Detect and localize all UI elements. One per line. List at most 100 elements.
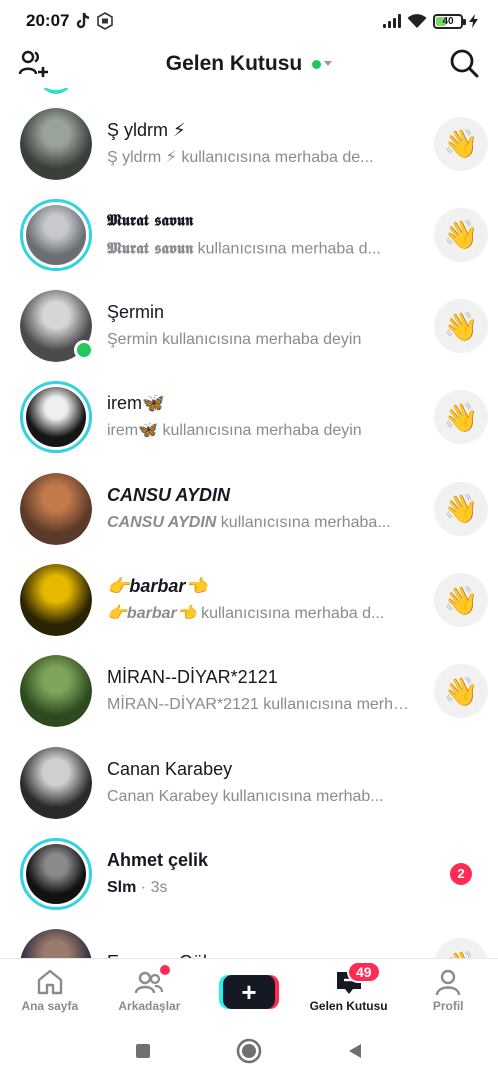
conversation-text: irem🦋 irem🦋 kullanıcısına merhaba deyin xyxy=(107,392,414,442)
message-preview: Ş yldrm ⚡ kullanıcısına merhaba de... xyxy=(107,147,414,169)
search-icon xyxy=(450,49,479,78)
contact-name: MİRAN--DİYAR*2121 xyxy=(107,667,278,688)
nav-inbox[interactable]: 49 Gelen Kutusu xyxy=(299,959,399,1022)
avatar xyxy=(20,655,92,728)
status-bar: 20:07 40 xyxy=(0,0,498,42)
add-friends-button[interactable] xyxy=(18,48,52,80)
avatar-wrapper[interactable] xyxy=(20,107,92,180)
wave-hello-button[interactable]: 👋 xyxy=(434,481,488,536)
conversation-list[interactable]: Ş yldrm ⚡ Ş yldrm ⚡ kullanıcısına merhaba… xyxy=(0,88,498,958)
conversation-row[interactable]: Şermin Şermin kullanıcısına merhaba deyin… xyxy=(0,281,498,372)
online-indicator xyxy=(74,340,94,361)
avatar-wrapper[interactable] xyxy=(20,564,92,636)
profile-icon xyxy=(435,969,461,996)
search-button[interactable] xyxy=(448,47,480,79)
online-status-dropdown[interactable] xyxy=(312,59,333,69)
charging-icon xyxy=(469,14,478,28)
nav-profile-label: Profil xyxy=(432,999,464,1013)
contact-name: CANSU AYDIN xyxy=(107,484,231,505)
nav-home[interactable]: Ana sayfa xyxy=(0,959,100,1022)
avatar-wrapper[interactable] xyxy=(20,381,92,454)
inbox-count-badge: 49 xyxy=(346,961,381,983)
message-preview: 𝕸𝖚𝖗𝖆𝖙 𝖘𝖆𝖛𝖚𝖓 kullanıcısına merhaba d... xyxy=(107,237,414,260)
avatar-with-story-ring xyxy=(20,381,92,454)
avatar-wrapper[interactable] xyxy=(20,472,92,545)
avatar-wrapper[interactable] xyxy=(20,837,92,910)
preview-text: kullanıcısına merhaba... xyxy=(216,513,391,531)
message-time: · 3s xyxy=(136,878,168,896)
waving-hand-icon: 👋 xyxy=(443,584,479,616)
preview-text: kullanıcısına merhaba de... xyxy=(176,148,374,166)
conversation-row[interactable]: 👉barbar👈 👉barbar👈 kullanıcısına merhaba d… xyxy=(0,555,498,646)
wave-hello-button[interactable]: 👋 xyxy=(434,116,488,171)
preview-name: CANSU AYDIN xyxy=(107,513,217,531)
conversation-text: Canan Karabey Canan Karabey kullanıcısına… xyxy=(107,758,414,808)
preview-text: kullanıcısına merhaba d... xyxy=(196,605,385,622)
conversation-row[interactable]: CANSU AYDIN CANSU AYDIN kullanıcısına mer… xyxy=(0,463,498,554)
message-preview: MİRAN--DİYAR*2121 kullanıcısına merhaba … xyxy=(107,694,414,716)
bottom-navigation: Ana sayfa Arkadaşlar + 49 Gelen Kutusu P… xyxy=(0,958,498,1022)
message-preview: CANSU AYDIN kullanıcısına merhaba... xyxy=(107,512,414,534)
wave-hello-button[interactable]: 👋 xyxy=(434,299,488,354)
wave-hello-button[interactable]: 👋 xyxy=(434,390,488,445)
recents-button[interactable] xyxy=(130,1038,156,1064)
avatar-wrapper[interactable] xyxy=(20,290,94,363)
conversation-text: 𝕸𝖚𝖗𝖆𝖙 𝖘𝖆𝖛𝖚𝖓 𝕸𝖚𝖗𝖆𝖙 𝖘𝖆𝖛𝖚𝖓 kullanıcısına mer… xyxy=(107,209,414,260)
conversation-row[interactable]: MİRAN--DİYAR*2121 MİRAN--DİYAR*2121 kulla… xyxy=(0,646,498,737)
conversation-row[interactable]: Ahmet çelik Slm · 3s 2 xyxy=(0,828,498,919)
message-preview: Canan Karabey kullanıcısına merhab... xyxy=(107,786,414,808)
online-status-dot xyxy=(312,59,322,69)
avatar-photo xyxy=(26,843,86,904)
preview-name: irem🦋 xyxy=(107,422,159,440)
wave-hello-button[interactable]: 👋 xyxy=(434,664,488,719)
message-preview: Şermin kullanıcısına merhaba deyin xyxy=(107,329,414,351)
preview-name: Ş yldrm ⚡ xyxy=(107,148,177,166)
wave-hello-button[interactable]: 👋 xyxy=(434,573,488,627)
back-button[interactable] xyxy=(342,1038,368,1064)
home-system-button[interactable] xyxy=(236,1038,262,1064)
avatar xyxy=(20,107,92,180)
preview-name: Canan Karabey xyxy=(107,787,219,805)
avatar-photo xyxy=(20,655,92,728)
contact-name: 👉barbar👈 xyxy=(107,576,208,596)
status-time: 20:07 xyxy=(26,11,70,30)
inbox-header: Gelen Kutusu xyxy=(0,42,498,86)
nav-inbox-label: Gelen Kutusu xyxy=(309,999,388,1013)
avatar-photo xyxy=(20,107,92,180)
page-title: Gelen Kutusu xyxy=(165,52,303,75)
friends-notification-dot xyxy=(159,965,170,975)
conversation-text: Ş yldrm ⚡ Ş yldrm ⚡ kullanıcısına merhaba… xyxy=(107,119,414,169)
wave-hello-button[interactable]: 👋 xyxy=(434,207,488,262)
wave-hello-button[interactable]: 👋 xyxy=(434,938,488,958)
plus-glyph: + xyxy=(241,976,257,1007)
create-plus-icon[interactable]: + xyxy=(222,975,275,1009)
avatar-wrapper[interactable] xyxy=(20,746,92,819)
contact-name: Ş yldrm ⚡ xyxy=(107,119,186,140)
avatar-wrapper[interactable] xyxy=(20,929,92,958)
conversation-row[interactable]: Egemen Gül 👋 xyxy=(0,920,498,958)
avatar-photo xyxy=(20,929,92,958)
conversation-row[interactable]: Canan Karabey Canan Karabey kullanıcısına… xyxy=(0,737,498,828)
nav-create[interactable]: + xyxy=(199,959,299,1022)
story-ring-partial xyxy=(40,88,72,94)
contact-name: irem🦋 xyxy=(107,393,165,414)
conversation-row[interactable]: Ş yldrm ⚡ Ş yldrm ⚡ kullanıcısına merhaba… xyxy=(0,98,498,189)
home-icon xyxy=(37,969,62,995)
avatar xyxy=(20,746,92,819)
contact-name: Canan Karabey xyxy=(107,758,233,779)
home-circle-icon xyxy=(236,1038,262,1064)
avatar-photo xyxy=(20,746,92,819)
tiktok-icon xyxy=(77,12,90,29)
preview-text: kullanıcısına merhab... xyxy=(218,787,384,805)
nav-profile[interactable]: Profil xyxy=(398,959,498,1022)
battery-icon: 40 xyxy=(433,13,466,29)
avatar-with-story-ring xyxy=(20,198,92,271)
conversation-row[interactable]: 𝕸𝖚𝖗𝖆𝖙 𝖘𝖆𝖛𝖚𝖓 𝕸𝖚𝖗𝖆𝖙 𝖘𝖆𝖛𝖚𝖓 kullanıcısına mer… xyxy=(0,189,498,280)
avatar-wrapper[interactable] xyxy=(20,655,92,728)
contact-name: 𝕸𝖚𝖗𝖆𝖙 𝖘𝖆𝖛𝖚𝖓 xyxy=(107,210,194,230)
nav-friends[interactable]: Arkadaşlar xyxy=(100,959,200,1022)
preview-text: kullanıcısına merhaba deyin xyxy=(158,422,362,440)
avatar xyxy=(20,564,92,636)
conversation-row[interactable]: irem🦋 irem🦋 kullanıcısına merhaba deyin 👋 xyxy=(0,372,498,463)
avatar-wrapper[interactable] xyxy=(20,198,92,271)
